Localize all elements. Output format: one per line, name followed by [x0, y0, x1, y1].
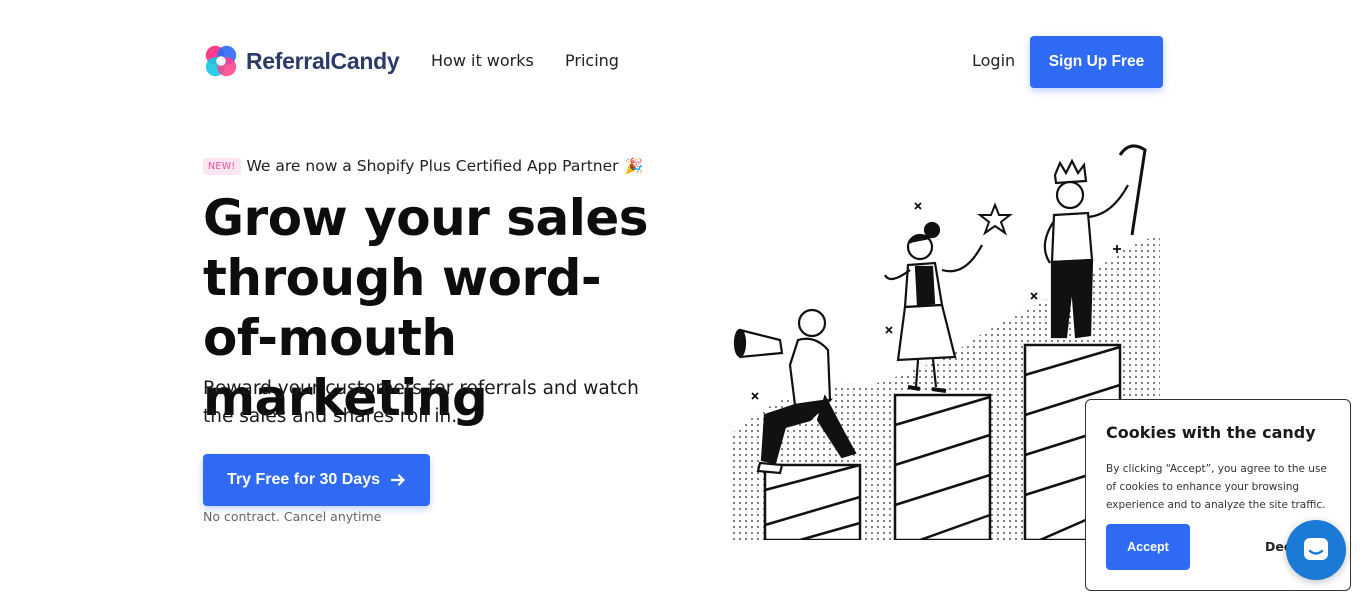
cookie-title: Cookies with the candy [1106, 423, 1316, 442]
announcement-bar[interactable]: NEW! We are now a Shopify Plus Certified… [203, 157, 643, 175]
nav-how-it-works[interactable]: How it works [431, 51, 534, 70]
try-free-button[interactable]: Try Free for 30 Days [203, 454, 430, 506]
sign-up-button[interactable]: Sign Up Free [1030, 36, 1163, 88]
cookie-text: By clicking “Accept”, you agree to the u… [1106, 463, 1327, 511]
arrow-right-icon [390, 474, 405, 486]
chat-bubble-icon [1304, 538, 1328, 560]
nav-pricing[interactable]: Pricing [565, 51, 619, 70]
party-popper-icon: 🎉 [624, 157, 644, 175]
announcement-text: We are now a Shopify Plus Certified App … [246, 157, 619, 175]
new-badge: NEW! [203, 157, 241, 175]
referralcandy-logo-icon [205, 45, 237, 77]
login-link[interactable]: Login [972, 51, 1015, 70]
hero-subtitle: Reward your customers for referrals and … [203, 378, 639, 427]
cta-note: No contract. Cancel anytime [203, 509, 382, 524]
podium-low [763, 463, 862, 540]
try-free-label: Try Free for 30 Days [227, 471, 380, 488]
accept-cookies-button[interactable]: Accept [1106, 524, 1190, 570]
podium-mid [893, 393, 992, 540]
chat-launcher-button[interactable] [1286, 520, 1346, 580]
star-icon [977, 202, 1013, 236]
brand-name: ReferralCandy [246, 47, 400, 74]
brand-logo[interactable]: ReferralCandy [202, 42, 400, 80]
